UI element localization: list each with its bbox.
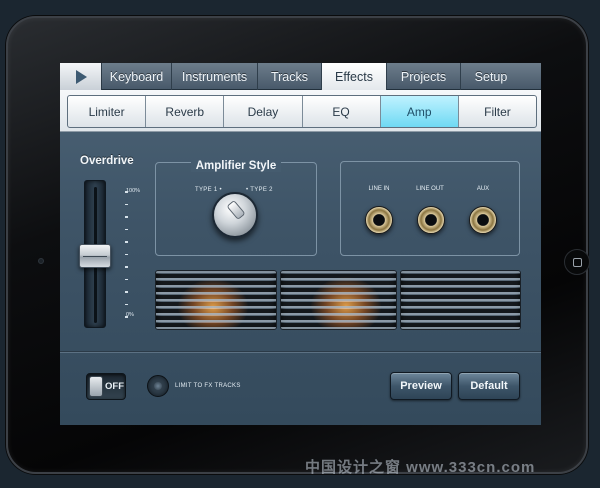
type1-label: TYPE 1 • xyxy=(195,187,222,193)
tab-effects[interactable]: Effects xyxy=(322,63,387,90)
tab-setup[interactable]: Setup xyxy=(461,63,521,90)
watermark: 中国设计之窗 www.333cn.com xyxy=(305,459,536,476)
tab-instruments[interactable]: Instruments xyxy=(172,63,258,90)
home-square-icon xyxy=(572,257,582,267)
limit-to-fx-label: LIMIT TO FX TRACKS xyxy=(175,383,241,389)
tab-projects[interactable]: Projects xyxy=(387,63,461,90)
scale-tick xyxy=(125,228,128,230)
amplifier-style-title-wrap: Amplifier Style xyxy=(156,156,316,174)
amplifier-type-knob[interactable] xyxy=(212,192,258,238)
line-out-label: LINE OUT xyxy=(416,186,444,192)
scale-tick xyxy=(125,266,128,268)
scale-tick xyxy=(125,303,128,305)
subtab-reverb[interactable]: Reverb xyxy=(146,96,225,127)
tab-keyboard[interactable]: Keyboard xyxy=(102,63,172,90)
line-in-label: LINE IN xyxy=(368,186,390,192)
subtab-eq[interactable]: EQ xyxy=(303,96,381,127)
amp-grille-right xyxy=(400,270,521,330)
overdrive-slider-handle[interactable] xyxy=(79,244,111,269)
amp-grille-center xyxy=(280,270,397,330)
subtab-limiter[interactable]: Limiter xyxy=(68,96,147,127)
camera-icon xyxy=(38,258,44,264)
scale-tick xyxy=(125,191,128,193)
bottom-divider xyxy=(60,351,541,352)
grille-mesh xyxy=(156,271,276,329)
aux-label: AUX xyxy=(476,186,490,192)
effects-sub-tab-bar: Limiter Reverb Delay EQ Amp Filter xyxy=(60,90,541,132)
overdrive-min-label: 0% xyxy=(126,312,134,318)
preview-button[interactable]: Preview xyxy=(390,372,452,400)
scale-tick xyxy=(125,291,128,293)
scale-tick xyxy=(125,203,128,205)
scale-tick xyxy=(125,241,128,243)
app-screen: Keyboard Instruments Tracks Effects Proj… xyxy=(60,63,541,425)
tab-tracks[interactable]: Tracks xyxy=(258,63,322,90)
overdrive-title: Overdrive xyxy=(80,155,134,167)
scale-tick xyxy=(125,216,128,218)
default-button[interactable]: Default xyxy=(458,372,520,400)
line-out-jack[interactable] xyxy=(417,206,445,234)
overdrive-scale-ticks xyxy=(125,191,129,318)
scale-tick xyxy=(125,253,128,255)
toggle-label: OFF xyxy=(105,381,124,392)
grille-mesh xyxy=(401,271,520,329)
amplifier-style-title: Amplifier Style xyxy=(190,160,282,172)
type2-label: • TYPE 2 xyxy=(246,187,273,193)
grille-mesh xyxy=(281,271,396,329)
subtab-delay[interactable]: Delay xyxy=(224,96,303,127)
line-in-jack[interactable] xyxy=(365,206,393,234)
amp-grille-left xyxy=(155,270,277,330)
play-button[interactable] xyxy=(60,63,102,90)
subtab-filter[interactable]: Filter xyxy=(459,96,536,127)
radio-inner xyxy=(154,382,162,390)
segmented-control: Limiter Reverb Delay EQ Amp Filter xyxy=(67,95,537,128)
subtab-amp[interactable]: Amp xyxy=(380,96,459,127)
scale-tick xyxy=(125,278,128,280)
home-button[interactable] xyxy=(564,249,590,275)
play-icon xyxy=(76,69,87,84)
knob-pointer xyxy=(226,199,246,221)
limit-to-fx-radio[interactable] xyxy=(147,375,169,397)
top-tab-bar: Keyboard Instruments Tracks Effects Proj… xyxy=(60,63,541,90)
amp-on-off-toggle[interactable]: OFF xyxy=(86,373,126,400)
toggle-thumb xyxy=(89,376,103,397)
aux-jack[interactable] xyxy=(469,206,497,234)
